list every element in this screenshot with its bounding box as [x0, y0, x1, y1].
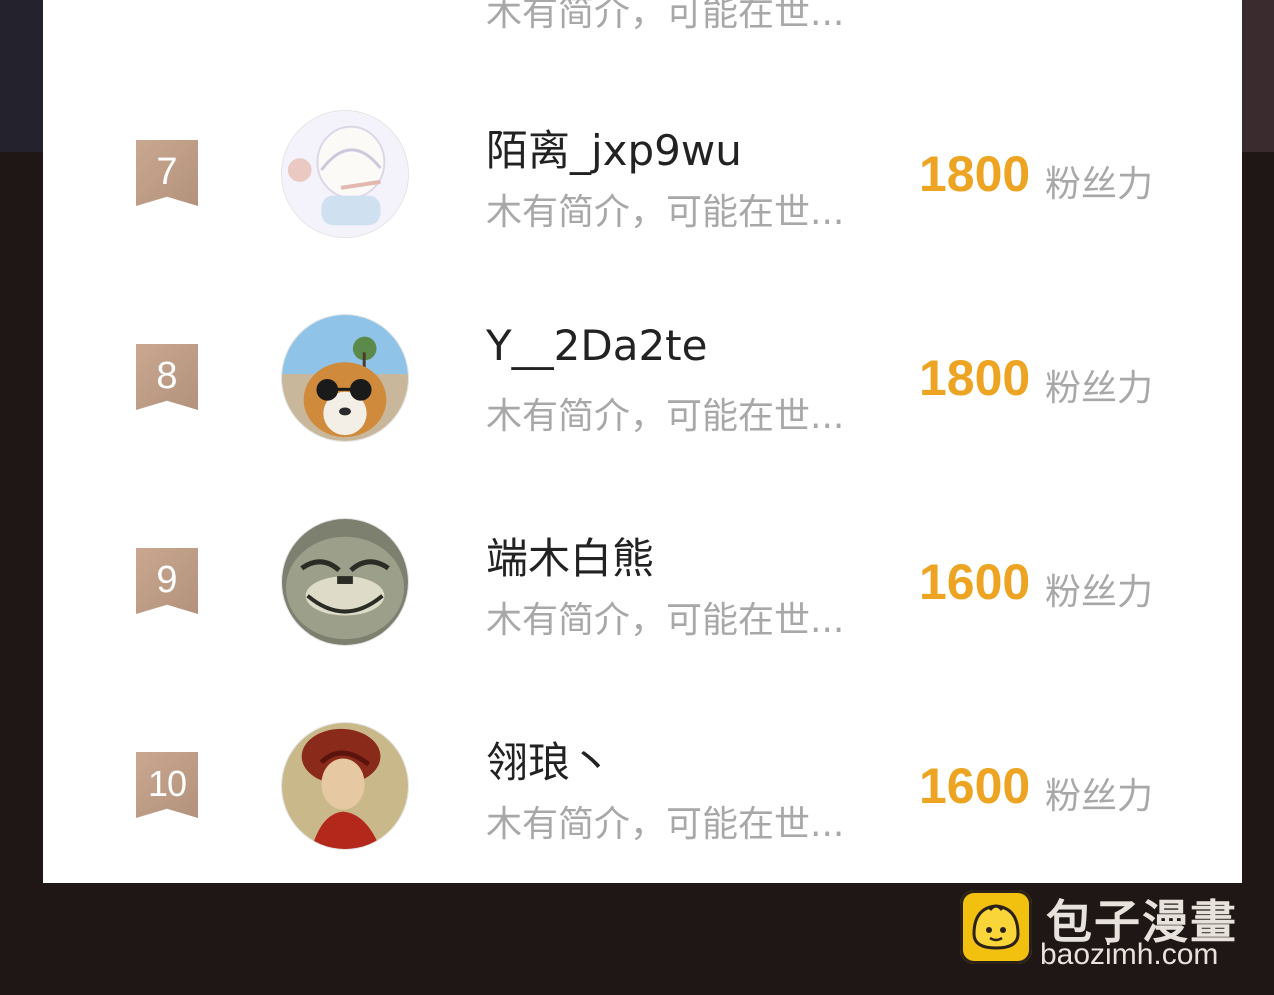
avatar[interactable] — [281, 110, 409, 238]
fan-power-score: 1800 — [919, 146, 1031, 202]
user-name[interactable]: 翎琅丶 — [486, 729, 612, 790]
list-item[interactable]: 木有简介，可能在世... — [43, 0, 1242, 38]
fan-power-label: 粉丝力 — [1045, 164, 1154, 205]
rank-badge: 9 — [136, 548, 198, 614]
user-name[interactable]: 端木白熊 — [486, 525, 654, 586]
avatar[interactable] — [281, 314, 409, 442]
user-bio: 木有简介，可能在世... — [486, 0, 845, 34]
watermark: 包子漫畫 baozimh.com — [960, 888, 1260, 978]
fan-ranking-list: 木有简介，可能在世... 7 陌离_jxp9wu 木有简介，可能在世... 18… — [43, 0, 1242, 883]
rank-badge: 8 — [136, 344, 198, 410]
fan-power-score: 1600 — [919, 758, 1031, 814]
avatar[interactable] — [281, 518, 409, 646]
list-item[interactable]: 7 陌离_jxp9wu 木有简介，可能在世... 1800 粉丝力 — [43, 73, 1242, 277]
fan-power-label: 粉丝力 — [1045, 572, 1154, 613]
fan-power-score: 1800 — [919, 350, 1031, 406]
user-name[interactable]: 陌离_jxp9wu — [486, 117, 742, 178]
rank-badge: 10 — [136, 752, 198, 818]
fan-power-label: 粉丝力 — [1045, 776, 1154, 817]
rank-badge: 7 — [136, 140, 198, 206]
fan-power-label: 粉丝力 — [1045, 368, 1154, 409]
list-item[interactable]: 10 翎琅丶 木有简介，可能在世... 1600 粉丝力 — [43, 685, 1242, 883]
user-bio: 木有简介，可能在世... — [486, 804, 845, 845]
list-item[interactable]: 8 Y__2Da2te 木有简介，可能在世... 1800 粉丝力 — [43, 277, 1242, 481]
avatar[interactable] — [281, 722, 409, 850]
list-item[interactable]: 9 端木白熊 木有简介，可能在世... 1600 粉丝力 — [43, 481, 1242, 685]
user-bio: 木有简介，可能在世... — [486, 396, 845, 437]
fan-power-score: 1600 — [919, 554, 1031, 610]
watermark-url: baozimh.com — [1040, 938, 1219, 971]
user-bio: 木有简介，可能在世... — [486, 600, 845, 641]
user-bio: 木有简介，可能在世... — [486, 192, 845, 233]
user-name[interactable]: Y__2Da2te — [486, 321, 707, 370]
baozi-logo-icon — [960, 890, 1032, 964]
